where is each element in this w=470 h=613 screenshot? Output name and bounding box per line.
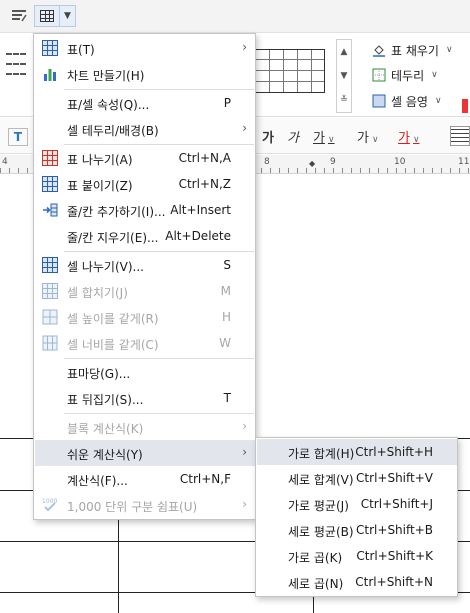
- table-style-preview[interactable]: [255, 49, 325, 93]
- split-cell-icon: [42, 257, 58, 273]
- font-color-button[interactable]: 가 ∨: [398, 127, 420, 146]
- submenu-item-column-sum[interactable]: 세로 합계(V) Ctrl+Shift+V: [257, 465, 457, 491]
- border-label: 테두리: [391, 68, 425, 83]
- chart-icon: [44, 69, 56, 81]
- menu-item-cell-border-background[interactable]: 셀 테두리/배경(B) ›: [35, 116, 255, 142]
- indent-marker-icon[interactable]: ◆: [309, 159, 319, 169]
- table-icon: [40, 10, 54, 22]
- chevron-right-icon: ›: [242, 445, 247, 459]
- font-color-glyph: 가: [398, 131, 410, 146]
- menu-item-thousands-comma[interactable]: 1000 1,000 단위 구분 쉼표(U) ›: [35, 492, 255, 518]
- cell-shade-icon: [372, 94, 386, 108]
- insert-row-col-icon: [43, 203, 58, 217]
- chevron-down-icon: ∨: [434, 96, 442, 106]
- menu-item-merge-cells[interactable]: 셀 합치기(J) M: [35, 278, 255, 304]
- menu-item-table[interactable]: 표(T) ›: [35, 35, 255, 61]
- menu-item-table-cell-properties[interactable]: 표/셀 속성(Q)... P: [35, 90, 255, 116]
- fill-table-button[interactable]: 표 채우기 ∨: [372, 39, 453, 61]
- menu-item-easy-formula[interactable]: 쉬운 계산식(Y) ›: [35, 440, 255, 466]
- align-justify-button[interactable]: [450, 126, 470, 146]
- menu-item-equal-height[interactable]: 셀 높이를 같게(R) H: [35, 304, 255, 330]
- chevron-down-icon: ▼: [64, 11, 71, 21]
- bold-button[interactable]: 가: [262, 127, 274, 146]
- line-style-preview[interactable]: [6, 53, 26, 83]
- thousands-comma-icon: 1000: [42, 498, 57, 512]
- menu-item-table-template[interactable]: 표마당(G)...: [35, 359, 255, 385]
- style-button[interactable]: [6, 5, 32, 27]
- cell-shade-label: 셀 음영: [391, 94, 428, 109]
- chevron-down-icon: ∨: [445, 45, 453, 55]
- border-button[interactable]: 테두리 ∨: [372, 64, 438, 86]
- scroll-down-icon[interactable]: ▼: [341, 71, 348, 81]
- menu-item-equal-width[interactable]: 셀 너비를 같게(C) W: [35, 330, 255, 356]
- strike-glyph: 가: [357, 131, 369, 146]
- merge-table-icon: [42, 176, 58, 192]
- menu-item-merge-table[interactable]: 표 붙이기(Z) Ctrl+N,Z: [35, 171, 255, 197]
- ruler-number: 8: [264, 157, 270, 167]
- easy-formula-submenu: 가로 합계(H) Ctrl+Shift+H 세로 합계(V) Ctrl+Shif…: [255, 437, 458, 597]
- expand-icon[interactable]: ≚: [340, 95, 348, 105]
- chevron-down-icon: ∨: [431, 70, 438, 80]
- chevron-right-icon: ›: [242, 419, 247, 433]
- style-icon: [12, 10, 27, 22]
- ruler-number: 9: [330, 157, 336, 167]
- submenu-item-row-average[interactable]: 가로 평균(J) Ctrl+Shift+J: [257, 491, 457, 517]
- table-menu: 표(T) › 차트 만들기(H) 표/셀 속성(Q)... P 셀 테두리/배경…: [33, 33, 256, 520]
- underline-glyph: 가: [313, 131, 325, 146]
- menu-item-delete-row-column[interactable]: 줄/칸 지우기(E)... Alt+Delete: [35, 223, 255, 249]
- paint-bucket-icon: [373, 45, 385, 57]
- split-table-icon: [42, 150, 58, 166]
- equal-width-icon: [42, 335, 58, 351]
- menu-item-formula[interactable]: 계산식(F)... Ctrl+N,F: [35, 466, 255, 492]
- submenu-item-column-product[interactable]: 세로 곱(N) Ctrl+Shift+N: [257, 569, 457, 595]
- submenu-item-row-sum[interactable]: 가로 합계(H) Ctrl+Shift+H: [257, 439, 457, 465]
- submenu-item-row-product[interactable]: 가로 곱(K) Ctrl+Shift+K: [257, 543, 457, 569]
- chevron-right-icon: ›: [242, 40, 247, 54]
- menu-item-create-chart[interactable]: 차트 만들기(H): [35, 61, 255, 87]
- strikethrough-button[interactable]: 가 ∨: [357, 127, 379, 146]
- ribbon-edge-icon: [462, 99, 468, 113]
- quick-toolbar: ▼: [0, 0, 470, 33]
- scroll-up-icon[interactable]: ▲: [341, 47, 348, 57]
- italic-button[interactable]: 가: [287, 127, 299, 146]
- equal-height-icon: [42, 309, 58, 325]
- fill-table-label: 표 채우기: [391, 43, 439, 58]
- ruler-number: 4: [2, 157, 8, 167]
- chevron-down-icon[interactable]: ∨: [328, 135, 335, 145]
- chevron-down-icon[interactable]: ∨: [372, 135, 379, 145]
- chevron-right-icon: ›: [242, 121, 247, 135]
- table-button[interactable]: [34, 5, 60, 27]
- table-dropdown-button[interactable]: ▼: [60, 5, 76, 27]
- cell-shade-button[interactable]: 셀 음영 ∨: [372, 90, 442, 112]
- table-icon: [42, 40, 58, 56]
- menu-item-block-formula[interactable]: 블록 계산식(K) ›: [35, 414, 255, 440]
- ribbon-gallery-scroll[interactable]: ▲ ▼ ≚: [336, 39, 352, 113]
- submenu-item-column-average[interactable]: 세로 평균(B) Ctrl+Shift+B: [257, 517, 457, 543]
- text-style-icon[interactable]: T: [8, 128, 28, 146]
- menu-item-split-cell[interactable]: 셀 나누기(V)... S: [35, 252, 255, 278]
- menu-item-flip-table[interactable]: 표 뒤집기(S)... T: [35, 385, 255, 411]
- chevron-right-icon: ›: [242, 497, 247, 511]
- underline-button[interactable]: 가 ∨: [313, 127, 335, 146]
- ruler-number: 10: [394, 157, 406, 167]
- border-icon: [372, 68, 386, 82]
- merge-cell-icon: [42, 283, 58, 299]
- chevron-down-icon[interactable]: ∨: [413, 135, 420, 145]
- ruler-number: 11: [458, 157, 470, 167]
- menu-item-insert-row-column[interactable]: 줄/칸 추가하기(I)... Alt+Insert: [35, 197, 255, 223]
- menu-item-split-table[interactable]: 표 나누기(A) Ctrl+N,A: [35, 145, 255, 171]
